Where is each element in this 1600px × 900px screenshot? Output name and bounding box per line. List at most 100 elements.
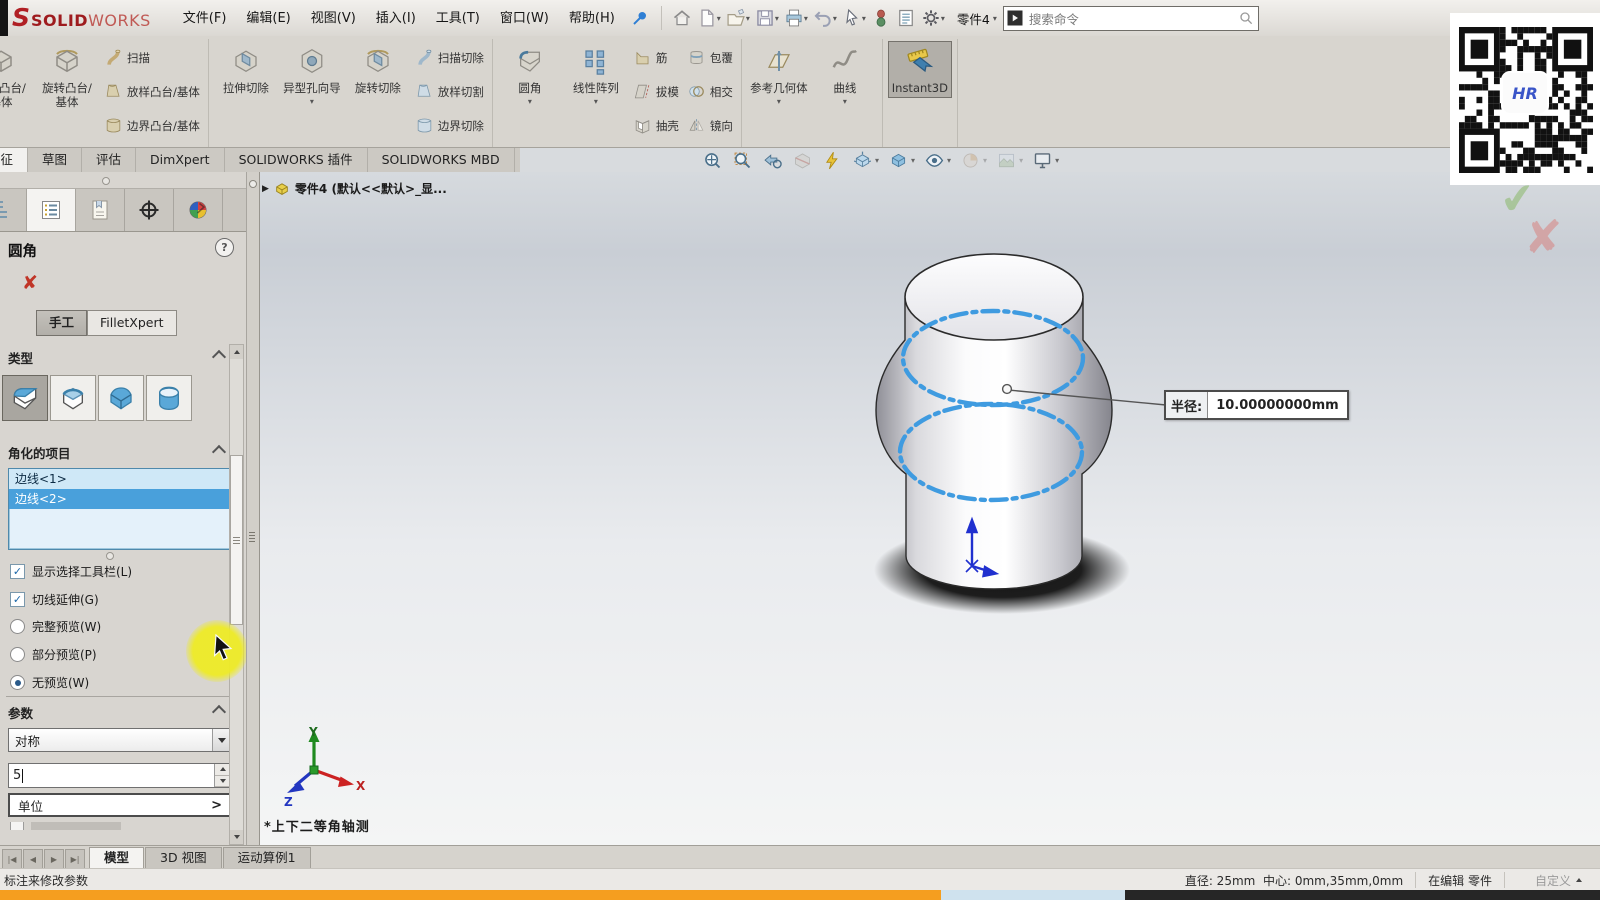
ribbon-linear-pattern-button[interactable]: 线性阵列▾	[564, 41, 628, 108]
tab-scroll-icon[interactable]: ▶|	[65, 849, 85, 869]
menu-item[interactable]: 工具(T)	[426, 1, 490, 36]
tab-scroll-icon[interactable]: ◀	[23, 849, 43, 869]
video-progress-bar[interactable]	[0, 890, 1600, 900]
chevron-down-icon[interactable]: ▾	[833, 14, 837, 23]
view-settings-button[interactable]: ▾	[1032, 150, 1059, 171]
manager-tab-dimxpert-manager[interactable]	[125, 189, 174, 231]
command-tab-DimXpert[interactable]: DimXpert	[136, 148, 225, 172]
radio-row[interactable]: 部分预览(P)	[10, 646, 97, 663]
view-orientation-button[interactable]: ▾	[852, 150, 879, 171]
splitter-grip[interactable]	[249, 530, 255, 544]
view-wizard-button[interactable]	[822, 150, 843, 171]
save-button[interactable]: ▾	[753, 6, 781, 30]
command-tab-草图[interactable]: 草图	[28, 148, 82, 172]
scroll-down-icon[interactable]	[230, 830, 243, 844]
edge-selection-list[interactable]: 边线<1>边线<2>	[8, 468, 234, 550]
document-tab-运动算例1[interactable]: 运动算例1	[223, 847, 311, 869]
variable-size-fillet-button[interactable]	[50, 375, 96, 421]
ribbon-curves-button[interactable]: 曲线▾	[813, 41, 877, 108]
manager-tab-feature-manager[interactable]	[0, 189, 27, 231]
undo-button[interactable]: ▾	[811, 6, 839, 30]
menu-item[interactable]: 文件(F)	[173, 1, 237, 36]
chevron-down-icon[interactable]: ▾	[746, 14, 750, 23]
chevron-down-icon[interactable]: ▾	[528, 97, 532, 106]
ribbon-extrude-boss-button[interactable]: 拉伸凸台/基体	[0, 41, 33, 111]
collapse-chevron-icon[interactable]	[212, 445, 226, 459]
ribbon-intersect-button[interactable]: 相交	[684, 77, 736, 106]
units-flyout[interactable]: 单位 >	[8, 793, 232, 817]
face-fillet-button[interactable]	[98, 375, 144, 421]
ribbon-sweep-cut-button[interactable]: 扫描切除	[412, 43, 487, 72]
file-properties-button[interactable]	[894, 6, 918, 30]
hide-show-items-button[interactable]: ▾	[924, 150, 951, 171]
ribbon-revolve-cut-button[interactable]: 旋转切除	[346, 41, 410, 98]
checkbox-icon[interactable]: ✓	[10, 564, 25, 579]
new-file-button[interactable]: ▾	[695, 6, 723, 30]
ribbon-shell-button[interactable]: 抽壳	[630, 111, 682, 140]
select-button[interactable]: ▾	[840, 6, 868, 30]
mode-tab-FilletXpert[interactable]: FilletXpert	[87, 310, 177, 336]
ribbon-instant3d-button[interactable]: Instant3D	[888, 41, 952, 98]
radio-row[interactable]: 无预览(W)	[10, 674, 89, 691]
radio-row[interactable]: 完整预览(W)	[10, 618, 101, 635]
tab-scroll-icon[interactable]: ▶	[44, 849, 64, 869]
chevron-down-icon[interactable]: ▾	[875, 156, 879, 165]
ribbon-rib-button[interactable]: 筋	[630, 43, 682, 72]
tab-scroll-icon[interactable]: |◀	[2, 849, 22, 869]
zoom-area-button[interactable]	[732, 150, 753, 171]
menu-item[interactable]: 视图(V)	[301, 1, 366, 36]
help-icon[interactable]: ?	[215, 238, 234, 257]
manager-tab-display-manager[interactable]	[174, 189, 223, 231]
panel-viewport-splitter[interactable]	[246, 172, 260, 845]
radius-callout[interactable]: 半径: 10.00000000mm	[1164, 390, 1349, 420]
section-view-button[interactable]	[792, 150, 813, 171]
ribbon-sweep-button[interactable]: 扫描	[101, 43, 203, 72]
pin-icon[interactable]	[631, 9, 649, 27]
mode-tab-手工[interactable]: 手工	[36, 310, 87, 336]
chevron-down-icon[interactable]: ▾	[983, 156, 987, 165]
edge-list-item[interactable]: 边线<1>	[9, 469, 233, 489]
radius-callout-value[interactable]: 10.00000000mm	[1208, 392, 1346, 418]
ribbon-boundary-button[interactable]: 边界凸台/基体	[101, 111, 203, 140]
cancel-button[interactable]: ✘	[22, 272, 38, 294]
collapse-chevron-icon[interactable]	[212, 705, 226, 719]
chevron-down-icon[interactable]: ▾	[862, 14, 866, 23]
chevron-down-icon[interactable]: ▾	[594, 97, 598, 106]
chevron-down-icon[interactable]: ▾	[911, 156, 915, 165]
radio-icon[interactable]	[10, 619, 25, 634]
chevron-down-icon[interactable]: ▾	[941, 14, 945, 23]
radio-icon[interactable]	[10, 647, 25, 662]
flyout-feature-tree[interactable]: ▶ 零件4 (默认<<默认>_显...	[262, 180, 447, 197]
graphics-viewport[interactable]: ▶ 零件4 (默认<<默认>_显... ✔ ✘ 半径: 10.00000000m…	[258, 172, 1600, 845]
open-file-button[interactable]: ▾	[724, 6, 752, 30]
panel-scrollbar[interactable]	[229, 344, 244, 845]
command-tab-评估[interactable]: 评估	[82, 148, 136, 172]
command-search-box[interactable]: 搜索命令	[1003, 6, 1259, 31]
checkbox-icon[interactable]: ✓	[10, 592, 25, 607]
previous-view-button[interactable]	[762, 150, 783, 171]
ribbon-draft-button[interactable]: 拔模	[630, 77, 682, 106]
menu-item[interactable]: 帮助(H)	[559, 1, 625, 36]
chevron-down-icon[interactable]: ▾	[1019, 156, 1023, 165]
chevron-down-icon[interactable]: ▾	[947, 156, 951, 165]
symmetry-dropdown[interactable]: 对称	[8, 728, 232, 752]
collapse-chevron-icon[interactable]	[212, 350, 226, 364]
menu-item[interactable]: 窗口(W)	[490, 1, 559, 36]
apply-scene-button[interactable]: ▾	[996, 150, 1023, 171]
edge-list-item[interactable]: 边线<2>	[9, 489, 233, 509]
ribbon-revolve-boss-button[interactable]: 旋转凸台/基体	[35, 41, 99, 111]
chevron-down-icon[interactable]: ▾	[310, 97, 314, 106]
checkbox-row[interactable]: ✓显示选择工具栏(L)	[10, 563, 132, 580]
search-flyout-icon[interactable]	[1006, 9, 1024, 27]
chevron-down-icon[interactable]: ▾	[775, 14, 779, 23]
ribbon-wrap-button[interactable]: 包覆	[684, 43, 736, 72]
zoom-fit-button[interactable]	[702, 150, 723, 171]
radio-icon[interactable]	[10, 675, 25, 690]
scroll-up-icon[interactable]	[230, 345, 243, 359]
document-tab-模型[interactable]: 模型	[89, 847, 144, 869]
chevron-down-icon[interactable]: ▾	[804, 14, 808, 23]
ribbon-extrude-cut-button[interactable]: 拉伸切除	[214, 41, 278, 98]
radius-input[interactable]: 5	[8, 763, 232, 788]
menu-item[interactable]: 插入(I)	[366, 1, 426, 36]
expand-arrow-icon[interactable]: ▶	[262, 184, 269, 194]
